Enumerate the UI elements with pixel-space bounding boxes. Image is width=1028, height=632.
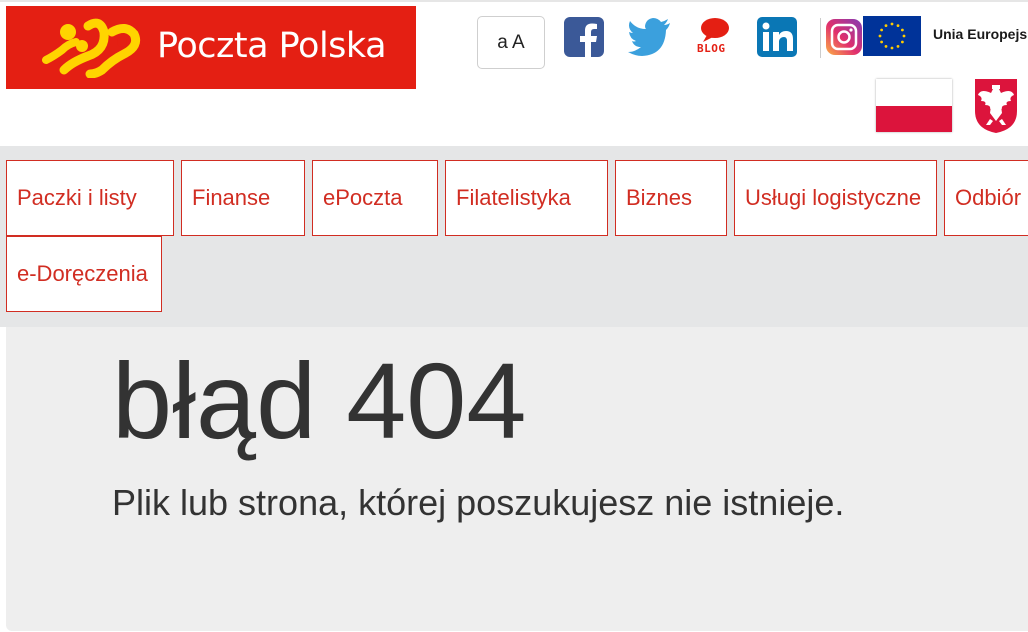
logo-text: Poczta Polska [157, 26, 387, 66]
nav-item-finanse[interactable]: Finanse [181, 160, 305, 236]
instagram-link[interactable] [825, 18, 863, 56]
error-title: błąd 404 [112, 340, 527, 461]
linkedin-link[interactable] [757, 17, 797, 57]
font-size-toggle-button[interactable]: a A [477, 16, 545, 69]
poczta-polska-horn-icon [42, 18, 141, 78]
error-content: błąd 404 Plik lub strona, której poszuku… [6, 327, 1028, 631]
error-message: Plik lub strona, której poszukujesz nie … [112, 482, 845, 523]
nav-item-filatelistyka[interactable]: Filatelistyka [445, 160, 608, 236]
eu-label: Unia Europejska [933, 26, 1028, 42]
polish-coat-of-arms-icon [975, 79, 1017, 133]
eu-flag-icon [863, 16, 921, 56]
linkedin-icon [757, 17, 797, 57]
facebook-icon [564, 17, 604, 57]
facebook-link[interactable] [564, 17, 604, 57]
nav-item-paczki-i-listy[interactable]: Paczki i listy [6, 160, 174, 236]
blog-link[interactable]: BLOG [693, 16, 738, 58]
blog-label: BLOG [697, 42, 726, 55]
polish-flag-icon [876, 79, 952, 132]
poczta-polska-logo[interactable]: Poczta Polska [6, 6, 416, 89]
blog-icon [701, 18, 729, 42]
twitter-link[interactable] [628, 17, 672, 57]
header-divider [820, 18, 821, 58]
nav-item-e-doreczenia[interactable]: e-Doręczenia [6, 236, 162, 312]
nav-item-uslugi-logistyczne[interactable]: Usługi logistyczne [734, 160, 937, 236]
main-navigation: Paczki i listy Finanse ePoczta Filatelis… [0, 146, 1028, 327]
nav-item-epoczta[interactable]: ePoczta [312, 160, 438, 236]
site-header: Poczta Polska a A BLOG Unia Europejs [0, 0, 1028, 146]
instagram-icon [826, 19, 862, 55]
twitter-icon [628, 18, 670, 56]
nav-item-odbior[interactable]: Odbiór [944, 160, 1028, 236]
nav-item-biznes[interactable]: Biznes [615, 160, 727, 236]
